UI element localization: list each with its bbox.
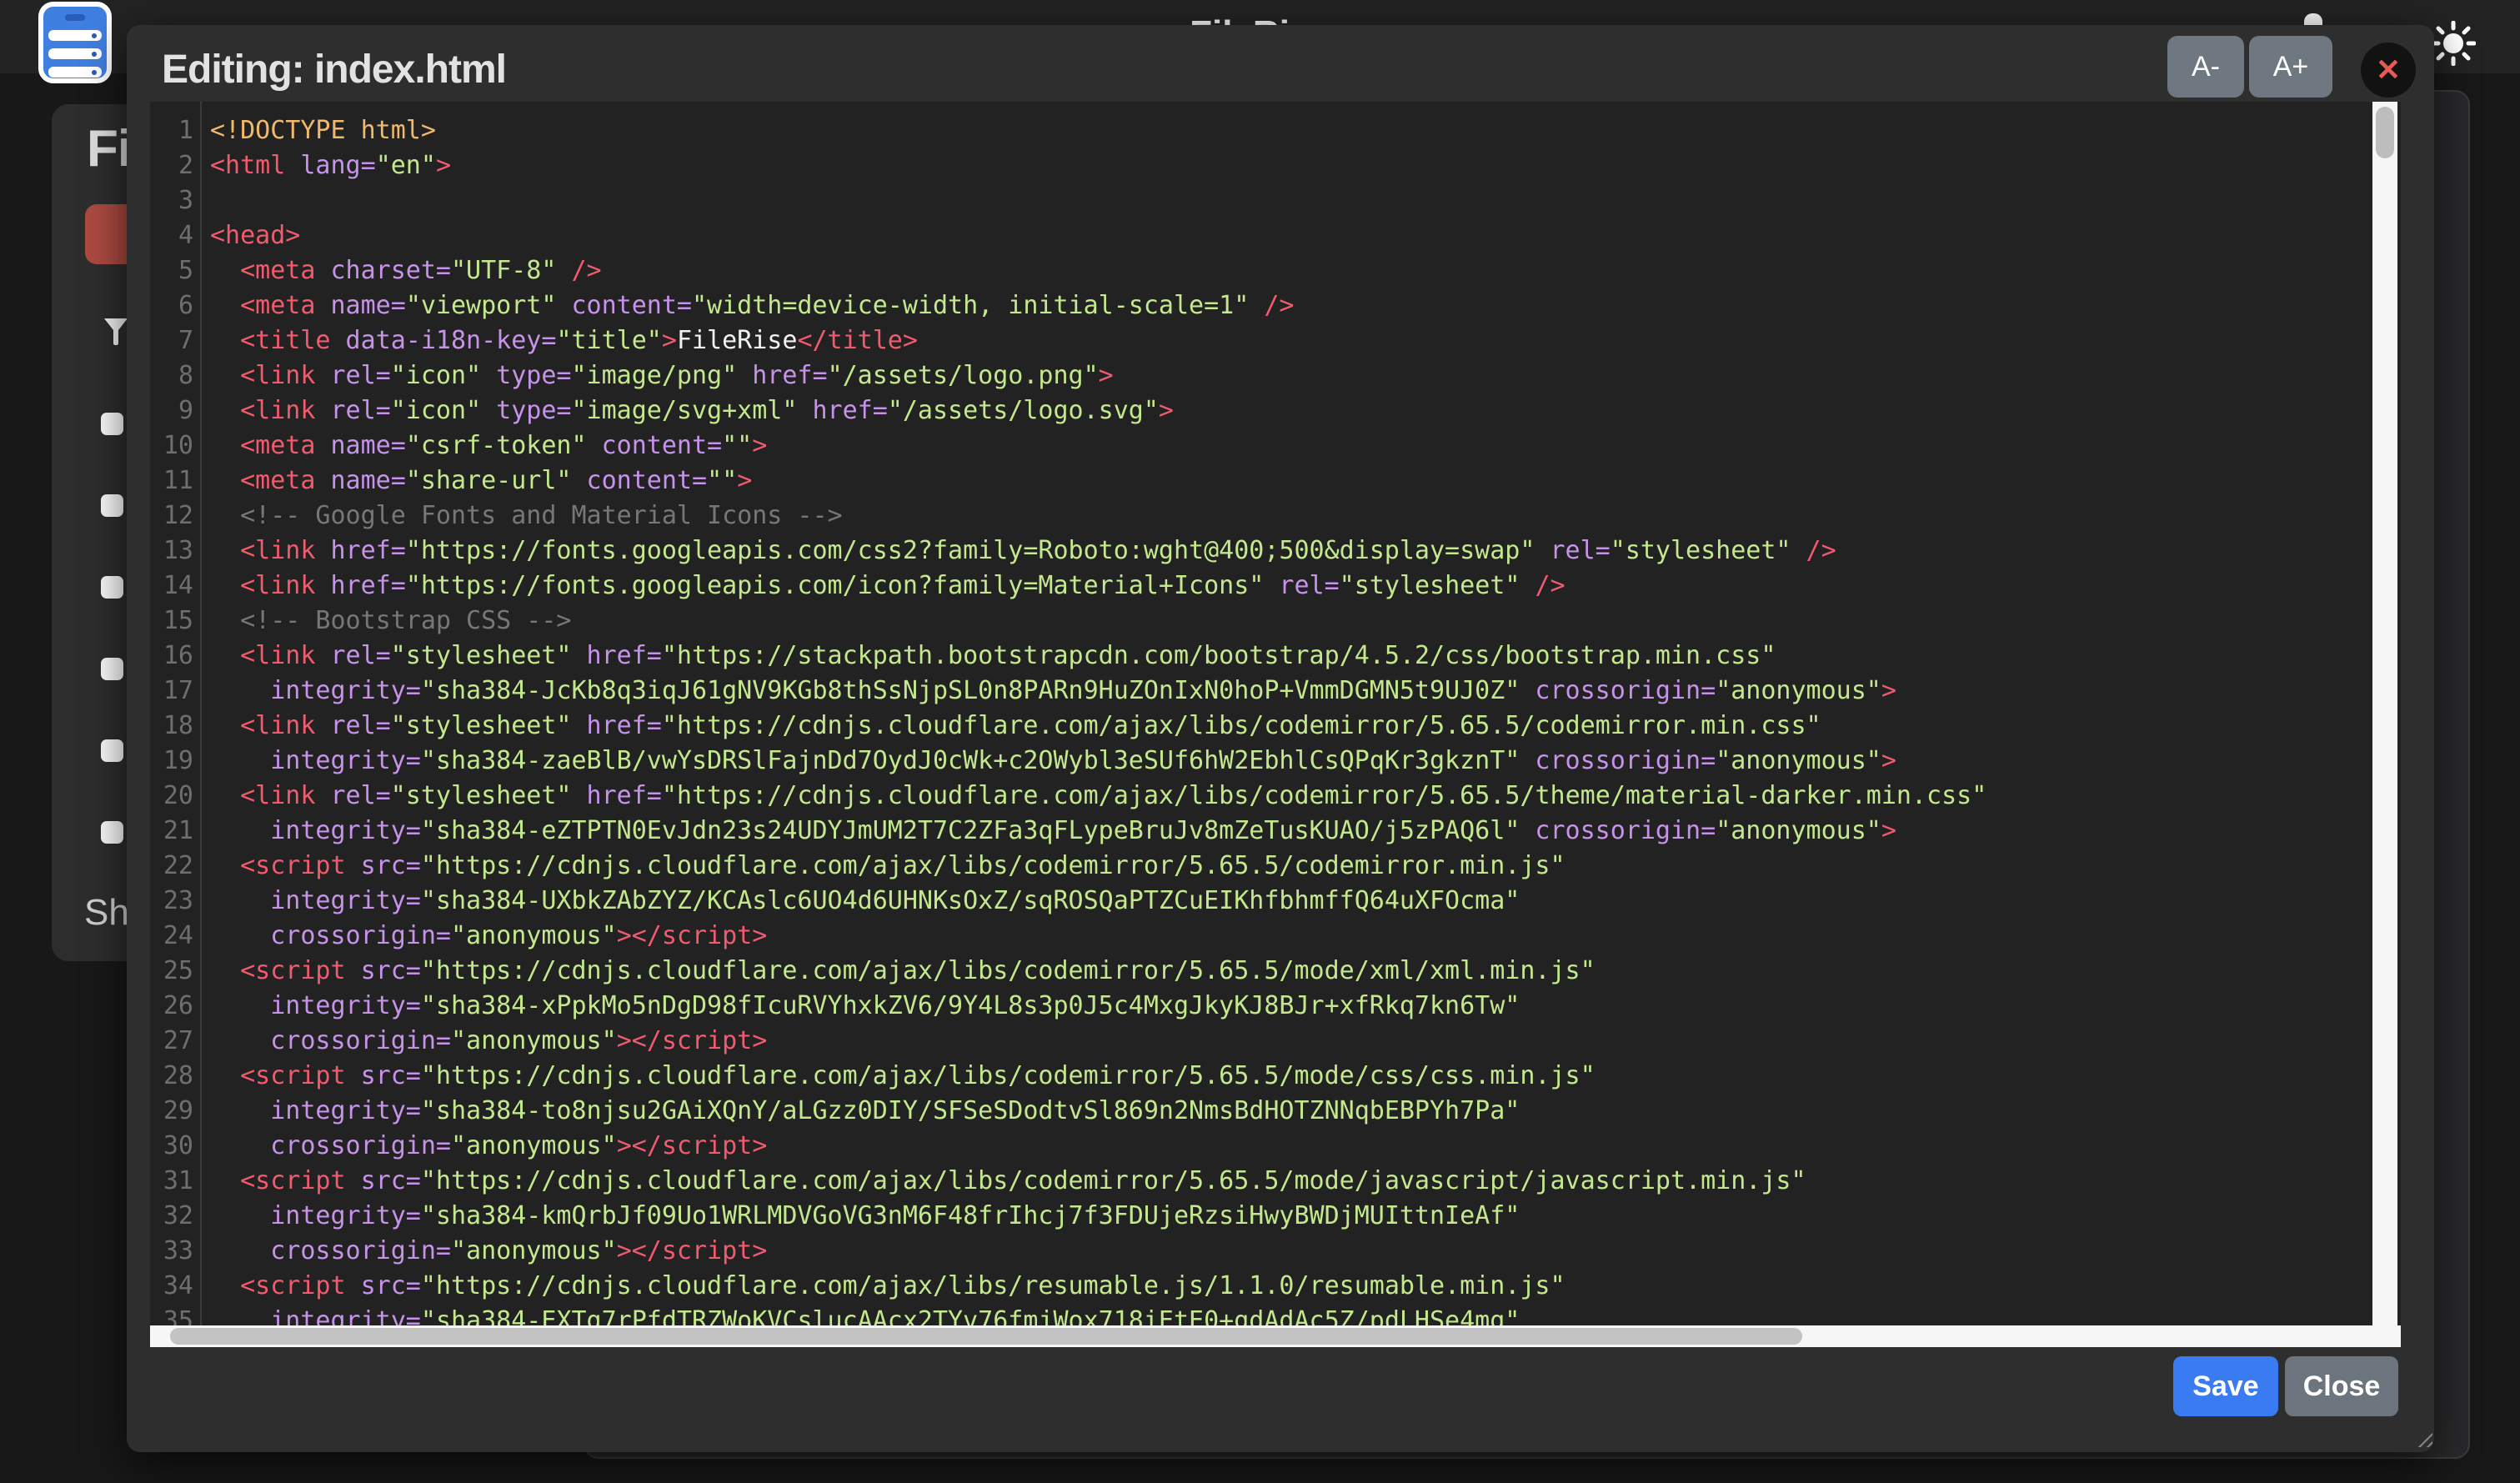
line-number: 4 <box>150 218 193 253</box>
code-line: 1<!DOCTYPE html> <box>150 113 2401 148</box>
line-number: 17 <box>150 674 193 709</box>
code-line: 33 crossorigin="anonymous"></script> <box>150 1234 2401 1269</box>
code-line: 16 <link rel="stylesheet" href="https://… <box>150 639 2401 674</box>
code-line: 18 <link rel="stylesheet" href="https://… <box>150 709 2401 744</box>
file-list-checkbox[interactable] <box>101 494 123 517</box>
save-button[interactable]: Save <box>2173 1356 2278 1416</box>
line-number: 23 <box>150 884 193 919</box>
file-list-checkbox[interactable] <box>101 576 123 599</box>
line-number: 34 <box>150 1269 193 1304</box>
code-line: 23 integrity="sha384-UXbkZAbZYZ/KCAslc6U… <box>150 884 2401 919</box>
code-line: 13 <link href="https://fonts.googleapis.… <box>150 534 2401 569</box>
line-number: 21 <box>150 814 193 849</box>
code-line: 17 integrity="sha384-JcKb8q3iqJ61gNV9KGb… <box>150 674 2401 709</box>
line-number: 11 <box>150 463 193 499</box>
code-line: 14 <link href="https://fonts.googleapis.… <box>150 569 2401 604</box>
code-line: 28 <script src="https://cdnjs.cloudflare… <box>150 1059 2401 1094</box>
line-number: 22 <box>150 849 193 884</box>
code-line: 15 <!-- Bootstrap CSS --> <box>150 604 2401 639</box>
horizontal-scrollbar[interactable] <box>150 1325 2401 1347</box>
line-number: 25 <box>150 954 193 989</box>
gutter-divider <box>200 102 202 1347</box>
modal-close-x-button[interactable]: ✕ <box>2361 43 2416 98</box>
code-line: 7 <title data-i18n-key="title">FileRise<… <box>150 323 2401 358</box>
line-number: 12 <box>150 499 193 534</box>
code-line: 11 <meta name="share-url" content=""> <box>150 463 2401 499</box>
line-number: 15 <box>150 604 193 639</box>
code-line: 4<head> <box>150 218 2401 253</box>
modal-title: Editing: index.html <box>162 47 506 93</box>
code-line: 21 integrity="sha384-eZTPTN0EvJdn23s24UD… <box>150 814 2401 849</box>
line-number: 19 <box>150 744 193 779</box>
line-number: 8 <box>150 358 193 393</box>
file-list-checkbox[interactable] <box>101 821 123 844</box>
code-line: 5 <meta charset="UTF-8" /> <box>150 253 2401 288</box>
code-editor[interactable]: 1<!DOCTYPE html>2<html lang="en">34<head… <box>150 102 2401 1347</box>
file-list-checkbox[interactable] <box>101 739 123 762</box>
line-number: 14 <box>150 569 193 604</box>
code-line: 2<html lang="en"> <box>150 148 2401 183</box>
line-number: 2 <box>150 148 193 183</box>
line-number: 24 <box>150 919 193 954</box>
line-number: 10 <box>150 428 193 463</box>
line-number: 9 <box>150 393 193 428</box>
line-number: 1 <box>150 113 193 148</box>
code-line: 34 <script src="https://cdnjs.cloudflare… <box>150 1269 2401 1304</box>
line-number: 27 <box>150 1024 193 1059</box>
code-line: 9 <link rel="icon" type="image/svg+xml" … <box>150 393 2401 428</box>
line-number: 16 <box>150 639 193 674</box>
line-number: 31 <box>150 1164 193 1199</box>
filerise-logo-icon[interactable] <box>38 2 112 83</box>
card-heading: Fi <box>87 119 131 178</box>
logo-bar <box>48 67 102 78</box>
logo-bar <box>48 48 102 59</box>
line-number: 33 <box>150 1234 193 1269</box>
line-number: 7 <box>150 323 193 358</box>
line-number: 3 <box>150 183 193 218</box>
code-line: 31 <script src="https://cdnjs.cloudflare… <box>150 1164 2401 1199</box>
logo-dash <box>65 14 85 21</box>
code-line: 3 <box>150 183 2401 218</box>
code-lines: 1<!DOCTYPE html>2<html lang="en">34<head… <box>150 113 2401 1339</box>
font-decrease-button[interactable]: A- <box>2167 36 2244 98</box>
code-line: 25 <script src="https://cdnjs.cloudflare… <box>150 954 2401 989</box>
logo-bar <box>48 30 102 41</box>
line-number: 6 <box>150 288 193 323</box>
vertical-scrollbar-thumb[interactable] <box>2376 107 2394 158</box>
line-number: 30 <box>150 1129 193 1164</box>
line-number: 28 <box>150 1059 193 1094</box>
line-number: 13 <box>150 534 193 569</box>
font-increase-button[interactable]: A+ <box>2249 36 2332 98</box>
code-line: 22 <script src="https://cdnjs.cloudflare… <box>150 849 2401 884</box>
edit-file-modal: Editing: index.html A- A+ ✕ 1<!DOCTYPE h… <box>127 25 2434 1452</box>
code-line: 27 crossorigin="anonymous"></script> <box>150 1024 2401 1059</box>
line-number: 29 <box>150 1094 193 1129</box>
filter-funnel-icon[interactable] <box>103 318 128 346</box>
code-line: 26 integrity="sha384-xPpkMo5nDgD98fIcuRV… <box>150 989 2401 1024</box>
line-number: 26 <box>150 989 193 1024</box>
file-list-checkbox[interactable] <box>101 658 123 680</box>
code-line: 24 crossorigin="anonymous"></script> <box>150 919 2401 954</box>
code-line: 8 <link rel="icon" type="image/png" href… <box>150 358 2401 393</box>
line-number: 5 <box>150 253 193 288</box>
theme-toggle-sun-icon[interactable] <box>2431 21 2476 66</box>
line-number: 20 <box>150 779 193 814</box>
code-line: 12 <!-- Google Fonts and Material Icons … <box>150 499 2401 534</box>
code-line: 19 integrity="sha384-zaeBlB/vwYsDRSlFajn… <box>150 744 2401 779</box>
code-line: 6 <meta name="viewport" content="width=d… <box>150 288 2401 323</box>
modal-resize-handle[interactable] <box>2414 1429 2432 1447</box>
code-line: 29 integrity="sha384-to8njsu2GAiXQnY/aLG… <box>150 1094 2401 1129</box>
line-number: 32 <box>150 1199 193 1234</box>
file-list-checkbox[interactable] <box>101 413 123 435</box>
line-number: 18 <box>150 709 193 744</box>
vertical-scrollbar[interactable] <box>2372 102 2397 1347</box>
code-line: 30 crossorigin="anonymous"></script> <box>150 1129 2401 1164</box>
code-line: 10 <meta name="csrf-token" content=""> <box>150 428 2401 463</box>
code-line: 32 integrity="sha384-kmQrbJf09Uo1WRLMDVG… <box>150 1199 2401 1234</box>
code-line: 20 <link rel="stylesheet" href="https://… <box>150 779 2401 814</box>
horizontal-scrollbar-thumb[interactable] <box>170 1328 1802 1345</box>
close-button[interactable]: Close <box>2285 1356 2398 1416</box>
